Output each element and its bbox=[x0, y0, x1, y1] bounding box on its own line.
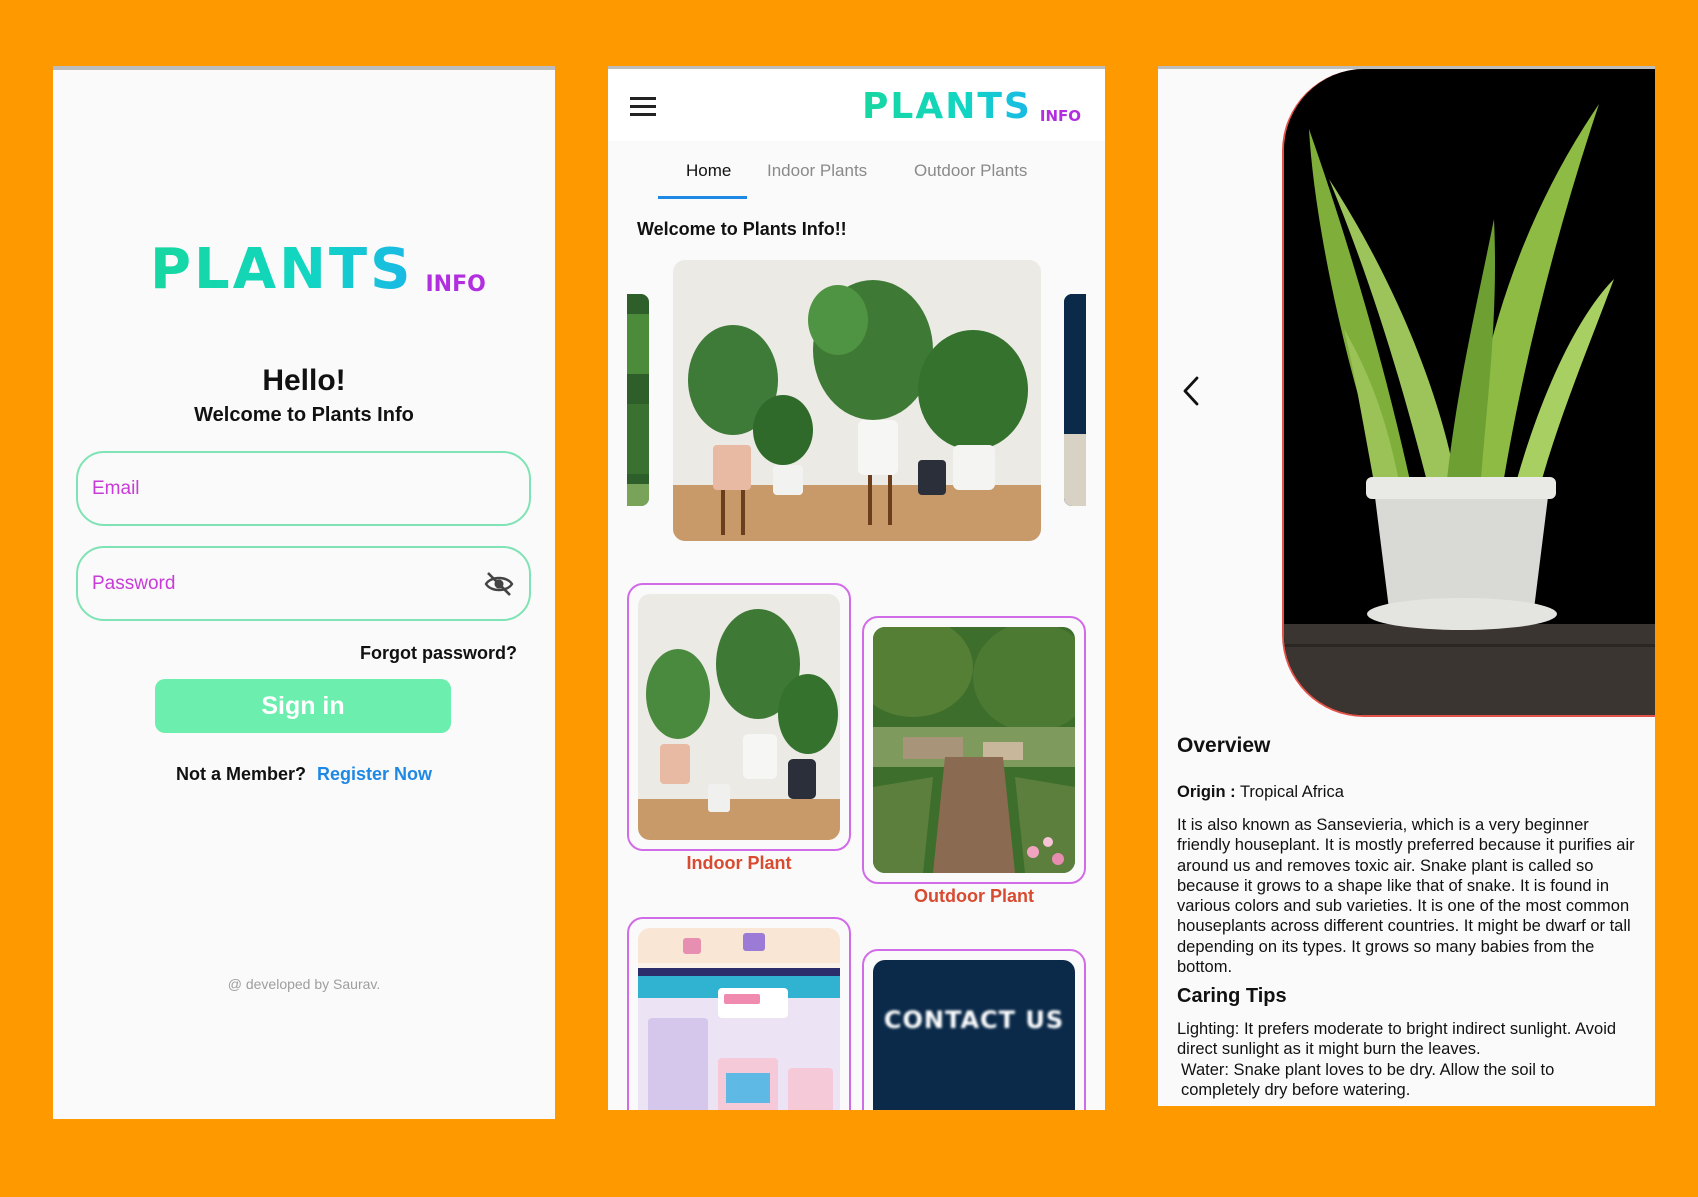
card-contact-us[interactable]: CONTACT US bbox=[862, 949, 1086, 1110]
member-prompt: Not a Member? bbox=[175, 764, 306, 784]
logo-word: PLANTS bbox=[150, 237, 414, 302]
sign-in-button[interactable]: Sign in bbox=[155, 679, 451, 733]
register-link[interactable]: Register Now bbox=[317, 764, 432, 784]
plant-description: It is also known as Sansevieria, which i… bbox=[1177, 816, 1635, 977]
login-screen: PLANTS INFO Hello! Welcome to Plants Inf… bbox=[53, 66, 555, 1119]
home-screen: PLANTS INFO Home Indoor Plants Outdoor P… bbox=[608, 66, 1105, 1110]
caring-tips-text: Lighting: It prefers moderate to bright … bbox=[1177, 1019, 1637, 1106]
carousel-next-slide[interactable] bbox=[1064, 294, 1086, 506]
tab-home[interactable]: Home bbox=[678, 155, 739, 187]
logo-word: PLANTS bbox=[862, 86, 1032, 127]
caring-tips-heading: Caring Tips bbox=[1177, 985, 1287, 1007]
lighting-tip: Lighting: It prefers moderate to bright … bbox=[1177, 1020, 1617, 1059]
back-arrow-icon[interactable] bbox=[1180, 375, 1202, 407]
password-input[interactable] bbox=[92, 548, 472, 619]
app-logo: PLANTS INFO bbox=[150, 242, 486, 298]
email-field[interactable] bbox=[76, 451, 531, 526]
plant-detail-screen: Overview Origin : Tropical Africa It is … bbox=[1158, 66, 1655, 1106]
overview-heading: Overview bbox=[1177, 734, 1271, 757]
developer-credit: @ developed by Saurav. bbox=[227, 976, 381, 992]
menu-icon[interactable] bbox=[630, 97, 656, 117]
web-illustration-image bbox=[638, 928, 840, 1110]
card-label-indoor[interactable]: Indoor Plant bbox=[627, 853, 851, 874]
tab-outdoor-plants[interactable]: Outdoor Plants bbox=[906, 155, 1035, 187]
forgot-password-link[interactable]: Forgot password? bbox=[360, 643, 517, 664]
password-field[interactable] bbox=[76, 546, 531, 621]
eye-off-icon[interactable] bbox=[483, 570, 515, 598]
tab-bar: Home Indoor Plants Outdoor Plants bbox=[608, 141, 1105, 201]
email-input[interactable] bbox=[92, 453, 472, 524]
welcome-heading: Welcome to Plants Info!! bbox=[637, 219, 847, 239]
logo-suffix: INFO bbox=[1039, 107, 1081, 125]
contact-us-text: CONTACT US bbox=[883, 1006, 1065, 1034]
origin-label: Origin : bbox=[1177, 783, 1236, 801]
outdoor-plant-image bbox=[873, 627, 1075, 873]
active-tab-indicator bbox=[658, 196, 747, 199]
water-tip: Water: Snake plant loves to be dry. Allo… bbox=[1181, 1060, 1555, 1099]
card-indoor-plant[interactable] bbox=[627, 583, 851, 851]
indoor-plant-image bbox=[638, 594, 840, 840]
carousel-prev-slide[interactable] bbox=[627, 294, 649, 506]
register-row: Not a Member? Register Now bbox=[53, 764, 555, 785]
app-bar: PLANTS INFO bbox=[608, 69, 1105, 141]
origin-value: Tropical Africa bbox=[1239, 783, 1344, 801]
greeting-subtitle: Welcome to Plants Info bbox=[194, 404, 414, 426]
greeting-title: Hello! bbox=[262, 364, 346, 397]
carousel-slide-indoor[interactable] bbox=[673, 260, 1041, 541]
app-logo: PLANTS INFO bbox=[862, 89, 1081, 125]
origin-row: Origin : Tropical Africa bbox=[1177, 782, 1637, 802]
logo-suffix: INFO bbox=[425, 272, 486, 297]
card-outdoor-plant[interactable] bbox=[862, 616, 1086, 884]
card-illustration[interactable] bbox=[627, 917, 851, 1110]
snake-plant-image bbox=[1282, 69, 1655, 717]
contact-us-image: CONTACT US bbox=[873, 960, 1075, 1110]
card-label-outdoor[interactable]: Outdoor Plant bbox=[862, 886, 1086, 907]
tab-indoor-plants[interactable]: Indoor Plants bbox=[759, 155, 875, 187]
